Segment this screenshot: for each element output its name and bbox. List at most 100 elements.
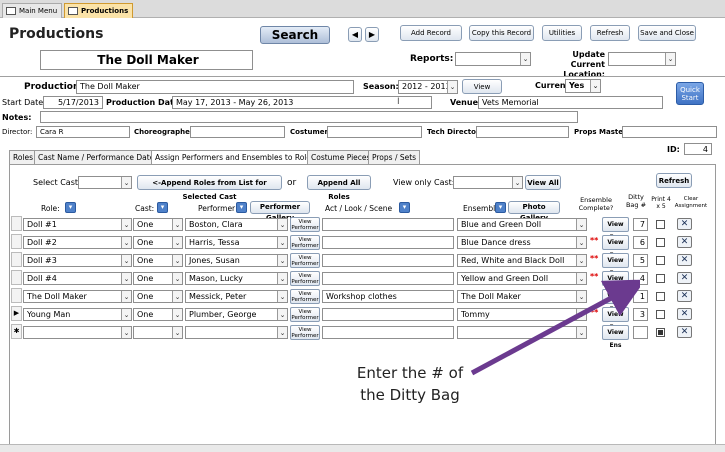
chevron-down-icon[interactable]: ⌄ (172, 309, 182, 320)
start-date-field[interactable]: 5/17/2013 (43, 96, 103, 109)
view-performer-button[interactable]: View Performer (290, 325, 320, 340)
print-checkbox[interactable] (656, 328, 665, 337)
select-cast-combo[interactable]: ⌄ (78, 176, 132, 189)
view-performer-button[interactable]: View Performer (290, 307, 320, 322)
performer-combo[interactable]: Jones, Susan ⌄ (185, 254, 288, 267)
chevron-down-icon[interactable]: ⌄ (277, 309, 287, 320)
cast-combo[interactable]: One ⌄ (133, 254, 183, 267)
prev-record-button[interactable]: ◀ (348, 27, 362, 42)
sort-icon[interactable]: ▾ (495, 202, 506, 213)
utilities-button[interactable]: Utilities (542, 25, 582, 41)
view-ensemble-button[interactable]: View Ens (602, 217, 629, 241)
ensemble-combo[interactable]: Blue Dance dress ⌄ (457, 236, 587, 249)
reports-combo[interactable]: ⌄ (455, 52, 531, 66)
view-all-button[interactable]: View All (525, 175, 561, 190)
chevron-down-icon[interactable]: ⌄ (121, 291, 131, 302)
chevron-down-icon[interactable]: ⌄ (576, 237, 586, 248)
chevron-down-icon[interactable]: ⌄ (447, 81, 457, 93)
chevron-down-icon[interactable]: ⌄ (172, 327, 182, 338)
act-look-scene-field[interactable] (322, 272, 454, 285)
role-combo[interactable]: The Doll Maker ⌄ (23, 290, 132, 303)
production-dates-field[interactable]: May 17, 2013 - May 26, 2013 (172, 96, 432, 109)
chevron-down-icon[interactable]: ⌄ (121, 309, 131, 320)
view-performer-button[interactable]: View Performer (290, 289, 320, 304)
cast-combo[interactable]: ⌄ (133, 326, 183, 339)
chevron-down-icon[interactable]: ⌄ (277, 219, 287, 230)
print-checkbox[interactable] (656, 292, 665, 301)
chevron-down-icon[interactable]: ⌄ (172, 291, 182, 302)
performer-gallery-button[interactable]: Performer Gallery (250, 201, 310, 222)
ditty-bag-field[interactable]: 6 (633, 236, 648, 249)
record-selector[interactable] (11, 234, 22, 249)
view-only-cast-combo[interactable]: ⌄ (453, 176, 523, 189)
act-look-scene-field[interactable] (322, 236, 454, 249)
chevron-down-icon[interactable]: ⌄ (665, 53, 675, 65)
print-checkbox[interactable] (656, 220, 665, 229)
cast-combo[interactable]: One ⌄ (133, 272, 183, 285)
chevron-down-icon[interactable]: ⌄ (172, 273, 182, 284)
chevron-down-icon[interactable]: ⌄ (277, 273, 287, 284)
copy-record-button[interactable]: Copy this Record (469, 25, 534, 41)
view-season-button[interactable]: View (462, 79, 502, 94)
tab-cast-name[interactable]: Cast Name / Performance Date (34, 150, 159, 165)
role-combo[interactable]: Young Man ⌄ (23, 308, 132, 321)
costumer-field[interactable] (327, 126, 422, 138)
chevron-down-icon[interactable]: ⌄ (512, 177, 522, 188)
clear-assignment-button[interactable]: ✕ (677, 290, 692, 302)
tab-props-sets[interactable]: Props / Sets (368, 150, 421, 165)
ensemble-combo[interactable]: Blue and Green Doll ⌄ (457, 218, 587, 231)
clear-assignment-button[interactable]: ✕ (677, 326, 692, 338)
act-look-scene-field[interactable] (322, 218, 454, 231)
director-field[interactable]: Cara R (36, 126, 130, 138)
chevron-down-icon[interactable]: ⌄ (590, 80, 600, 92)
cast-combo[interactable]: One ⌄ (133, 236, 183, 249)
tab-roles[interactable]: Roles (9, 150, 38, 165)
choreographer-field[interactable] (190, 126, 285, 138)
chevron-down-icon[interactable]: ⌄ (121, 219, 131, 230)
sort-icon[interactable]: ▾ (65, 202, 76, 213)
clear-assignment-button[interactable]: ✕ (677, 272, 692, 284)
tab-productions[interactable]: Productions (64, 3, 134, 18)
update-location-combo[interactable]: ⌄ (608, 52, 676, 66)
tab-costume-pieces[interactable]: Costume Pieces (307, 150, 375, 165)
venue-field[interactable]: Vets Memorial (478, 96, 663, 109)
performer-combo[interactable]: Boston, Clara ⌄ (185, 218, 288, 231)
photo-gallery-button[interactable]: Photo Gallery (508, 201, 560, 222)
chevron-down-icon[interactable]: ⌄ (172, 237, 182, 248)
record-selector[interactable]: ▶ (11, 306, 22, 321)
chevron-down-icon[interactable]: ⌄ (121, 237, 131, 248)
append-roles-button[interactable]: <-Append Roles from List for Selected Ca… (137, 175, 282, 201)
act-look-scene-field[interactable] (322, 254, 454, 267)
print-checkbox[interactable] (656, 274, 665, 283)
record-selector[interactable] (11, 216, 22, 231)
sort-icon[interactable]: ▾ (399, 202, 410, 213)
clear-assignment-button[interactable]: ✕ (677, 254, 692, 266)
performer-combo[interactable]: Messick, Peter ⌄ (185, 290, 288, 303)
chevron-down-icon[interactable]: ⌄ (172, 219, 182, 230)
chevron-down-icon[interactable]: ⌄ (277, 255, 287, 266)
current-combo[interactable]: Yes ⌄ (565, 79, 601, 93)
act-look-scene-field[interactable]: Workshop clothes (322, 290, 454, 303)
append-all-roles-button[interactable]: Append All Roles (307, 175, 371, 201)
act-look-scene-field[interactable] (322, 308, 454, 321)
ditty-bag-field[interactable]: 7 (633, 218, 648, 231)
chevron-down-icon[interactable]: ⌄ (121, 255, 131, 266)
sort-icon[interactable]: ▾ (157, 202, 168, 213)
refresh-button[interactable]: Refresh (590, 25, 630, 41)
record-selector[interactable] (11, 270, 22, 285)
clear-assignment-button[interactable]: ✕ (677, 218, 692, 230)
role-combo[interactable]: Doll #1 ⌄ (23, 218, 132, 231)
chevron-down-icon[interactable]: ⌄ (277, 291, 287, 302)
notes-field[interactable] (40, 111, 578, 123)
clear-assignment-button[interactable]: ✕ (677, 308, 692, 320)
add-record-button[interactable]: Add Record (400, 25, 462, 41)
role-combo[interactable]: ⌄ (23, 326, 132, 339)
role-combo[interactable]: Doll #4 ⌄ (23, 272, 132, 285)
performer-combo[interactable]: Plumber, George ⌄ (185, 308, 288, 321)
view-performer-button[interactable]: View Performer (290, 253, 320, 268)
record-selector[interactable] (11, 288, 22, 303)
sort-icon[interactable]: ▾ (236, 202, 247, 213)
chevron-down-icon[interactable]: ⌄ (277, 327, 287, 338)
quick-start-button[interactable]: Quick Start (676, 82, 704, 105)
cast-combo[interactable]: One ⌄ (133, 290, 183, 303)
